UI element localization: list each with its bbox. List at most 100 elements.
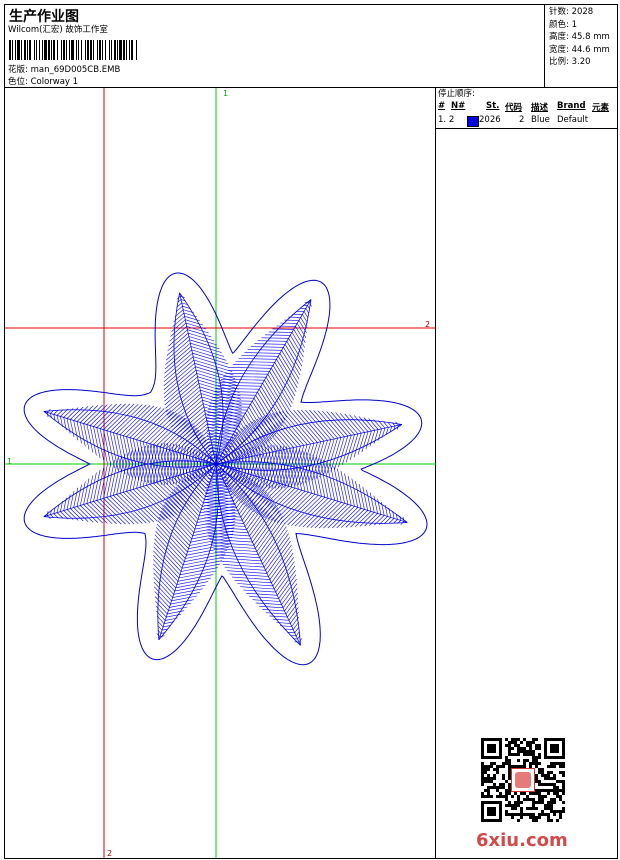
qr-module <box>562 789 565 792</box>
qr-module <box>481 762 484 765</box>
colorway-label: 色位: <box>8 77 28 87</box>
qr-module <box>505 810 508 813</box>
stitch-line <box>377 498 382 515</box>
stitch-line <box>294 626 300 633</box>
stitch-line <box>103 462 112 499</box>
qr-module <box>511 813 514 816</box>
qr-module <box>538 816 541 819</box>
stitch-line <box>259 522 286 558</box>
flower-stitches <box>43 292 408 646</box>
qr-module <box>502 777 505 780</box>
qr-module <box>532 741 535 744</box>
qr-module <box>514 807 517 810</box>
petal-rib <box>215 424 402 465</box>
qr-module <box>541 783 544 786</box>
qr-module <box>523 750 526 753</box>
stitch-line <box>168 393 202 422</box>
stitch-line <box>261 486 293 517</box>
spec-height: 高度: 45.8 mm <box>549 32 610 42</box>
green-guide-label-left: 1 <box>7 457 12 466</box>
stitch-line <box>331 506 355 529</box>
qr-module <box>538 813 541 816</box>
qr-module <box>532 738 535 741</box>
qr-module <box>556 819 559 822</box>
stitch-line <box>243 415 263 448</box>
logo-seal-icon <box>515 772 531 788</box>
qr-module <box>562 774 565 777</box>
spec-colors: 颜色: 1 <box>549 19 577 30</box>
stitch-line <box>365 430 372 450</box>
qr-module <box>553 765 556 768</box>
stitch-line <box>156 481 186 511</box>
qr-module <box>496 768 499 771</box>
qr-module <box>523 759 526 762</box>
qr-module <box>526 741 529 744</box>
stitch-line <box>66 494 71 510</box>
stitch-line <box>254 343 286 345</box>
qr-module <box>553 777 556 780</box>
watermark-text: 6xiu.com <box>476 830 568 851</box>
stitch-line <box>169 396 202 425</box>
qr-module <box>556 810 559 813</box>
stitch-line <box>310 501 339 529</box>
row-code: 2 <box>519 115 525 125</box>
stitch-line <box>157 625 163 631</box>
qr-module <box>547 777 550 780</box>
qr-module <box>520 792 523 795</box>
qr-module <box>526 795 529 798</box>
stitch-line <box>302 499 332 528</box>
stitch-line <box>249 596 279 599</box>
qr-module <box>544 807 547 810</box>
qr-module <box>490 786 493 789</box>
qr-module <box>505 738 508 741</box>
qr-module <box>508 741 511 744</box>
qr-module <box>532 750 535 753</box>
qr-module <box>556 762 559 765</box>
stitch-line <box>96 467 105 501</box>
stitch-line <box>267 374 291 411</box>
qr-module <box>511 747 514 750</box>
stitch-line <box>288 338 303 362</box>
qr-module <box>553 774 556 777</box>
stitch-line <box>163 356 194 383</box>
qr-module <box>502 765 505 768</box>
qr-module <box>517 759 520 762</box>
qr-module <box>499 765 502 768</box>
qr-module <box>556 789 559 792</box>
stitch-line <box>172 592 200 598</box>
stitch-line <box>247 349 282 351</box>
stitch-line <box>250 346 284 348</box>
qr-module <box>538 783 541 786</box>
stitch-line <box>277 356 298 388</box>
stitch-line <box>235 361 275 363</box>
qr-module <box>493 762 496 765</box>
qr-module <box>523 813 526 816</box>
stitch-line <box>166 339 190 361</box>
stitch-line <box>314 502 342 529</box>
stitch-line <box>361 431 369 453</box>
stitch-line <box>257 340 287 342</box>
stitch-line <box>217 385 261 387</box>
qr-module <box>520 801 523 804</box>
stitch-line <box>265 415 294 448</box>
stitch-line <box>93 501 117 525</box>
qr-module <box>538 768 541 771</box>
stitch-line <box>53 513 59 518</box>
stitch-line <box>241 355 279 357</box>
row-stitches: 2026 <box>479 115 501 125</box>
qr-module <box>481 783 484 786</box>
stitch-line <box>153 550 180 579</box>
qr-module <box>523 747 526 750</box>
stitch-line <box>70 490 75 509</box>
stitch-line <box>93 469 101 502</box>
stitch-line <box>156 417 186 447</box>
stitch-line <box>109 496 139 525</box>
stitch-line <box>229 573 269 577</box>
qr-module <box>544 804 547 807</box>
qr-module <box>553 792 556 795</box>
stitch-line <box>93 426 101 459</box>
qr-module <box>484 789 487 792</box>
stitch-line <box>179 567 218 576</box>
stitch-line <box>86 475 94 504</box>
qr-module <box>532 756 535 759</box>
